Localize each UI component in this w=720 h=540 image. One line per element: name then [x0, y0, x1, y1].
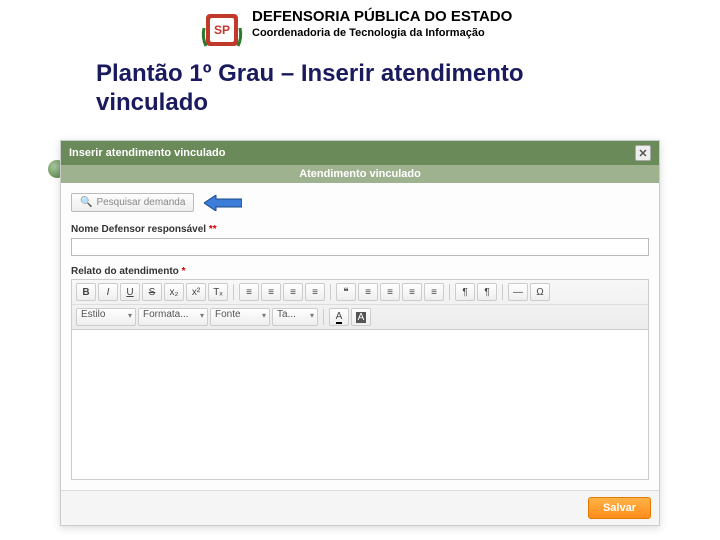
section-header: Atendimento vinculado: [61, 165, 659, 183]
underline-button[interactable]: U: [120, 283, 140, 301]
clear-format-button[interactable]: Tₓ: [208, 283, 228, 301]
bg-color-button[interactable]: A: [351, 308, 371, 326]
save-button[interactable]: Salvar: [588, 497, 651, 519]
align-right-button[interactable]: ≡: [424, 283, 444, 301]
defender-label: Nome Defensor responsável **: [71, 224, 649, 235]
arrow-indicator-icon: [204, 195, 242, 211]
style-select[interactable]: Estilo: [76, 308, 136, 326]
ltr-button[interactable]: ¶: [455, 283, 475, 301]
subscript-button[interactable]: x₂: [164, 283, 184, 301]
rtl-button[interactable]: ¶: [477, 283, 497, 301]
search-icon: 🔍: [80, 197, 92, 208]
report-label: Relato do atendimento *: [71, 266, 649, 277]
defender-name-input[interactable]: [71, 238, 649, 256]
outdent-button[interactable]: ≡: [283, 283, 303, 301]
modal-title: Inserir atendimento vinculado: [69, 147, 225, 159]
modal-dialog: Inserir atendimento vinculado ✕ Atendime…: [60, 140, 660, 526]
search-demand-button[interactable]: 🔍 Pesquisar demanda: [71, 193, 194, 212]
blockquote-button[interactable]: ❝: [336, 283, 356, 301]
font-select[interactable]: Fonte: [210, 308, 270, 326]
close-icon[interactable]: ✕: [635, 145, 651, 161]
org-subtitle: Coordenadoria de Tecnologia da Informaçã…: [252, 27, 720, 39]
strike-button[interactable]: S: [142, 283, 162, 301]
page-title: Plantão 1º Grau – Inserir atendimento vi…: [0, 52, 720, 118]
align-center-button[interactable]: ≡: [358, 283, 378, 301]
indent-button[interactable]: ≡: [305, 283, 325, 301]
align-block-button[interactable]: ≡: [380, 283, 400, 301]
align-left-button[interactable]: ≡: [402, 283, 422, 301]
unordered-list-button[interactable]: ≡: [261, 283, 281, 301]
format-select[interactable]: Formata...: [138, 308, 208, 326]
bold-button[interactable]: B: [76, 283, 96, 301]
superscript-button[interactable]: x²: [186, 283, 206, 301]
size-select[interactable]: Ta...: [272, 308, 318, 326]
text-color-button[interactable]: A: [329, 308, 349, 326]
org-title: DEFENSORIA PÚBLICA DO ESTADO: [252, 8, 720, 25]
modal-titlebar: Inserir atendimento vinculado ✕: [61, 141, 659, 165]
special-char-button[interactable]: Ω: [530, 283, 550, 301]
italic-button[interactable]: I: [98, 283, 118, 301]
horizontal-rule-button[interactable]: —: [508, 283, 528, 301]
ordered-list-button[interactable]: ≡: [239, 283, 259, 301]
svg-text:SP: SP: [214, 23, 230, 37]
editor-toolbar: B I U S x₂ x² Tₓ ≡ ≡ ≡ ≡ ❝ ≡ ≡ ≡ ≡ ¶: [71, 279, 649, 330]
state-crest-logo: SP: [200, 8, 244, 52]
editor-textarea[interactable]: [71, 330, 649, 480]
